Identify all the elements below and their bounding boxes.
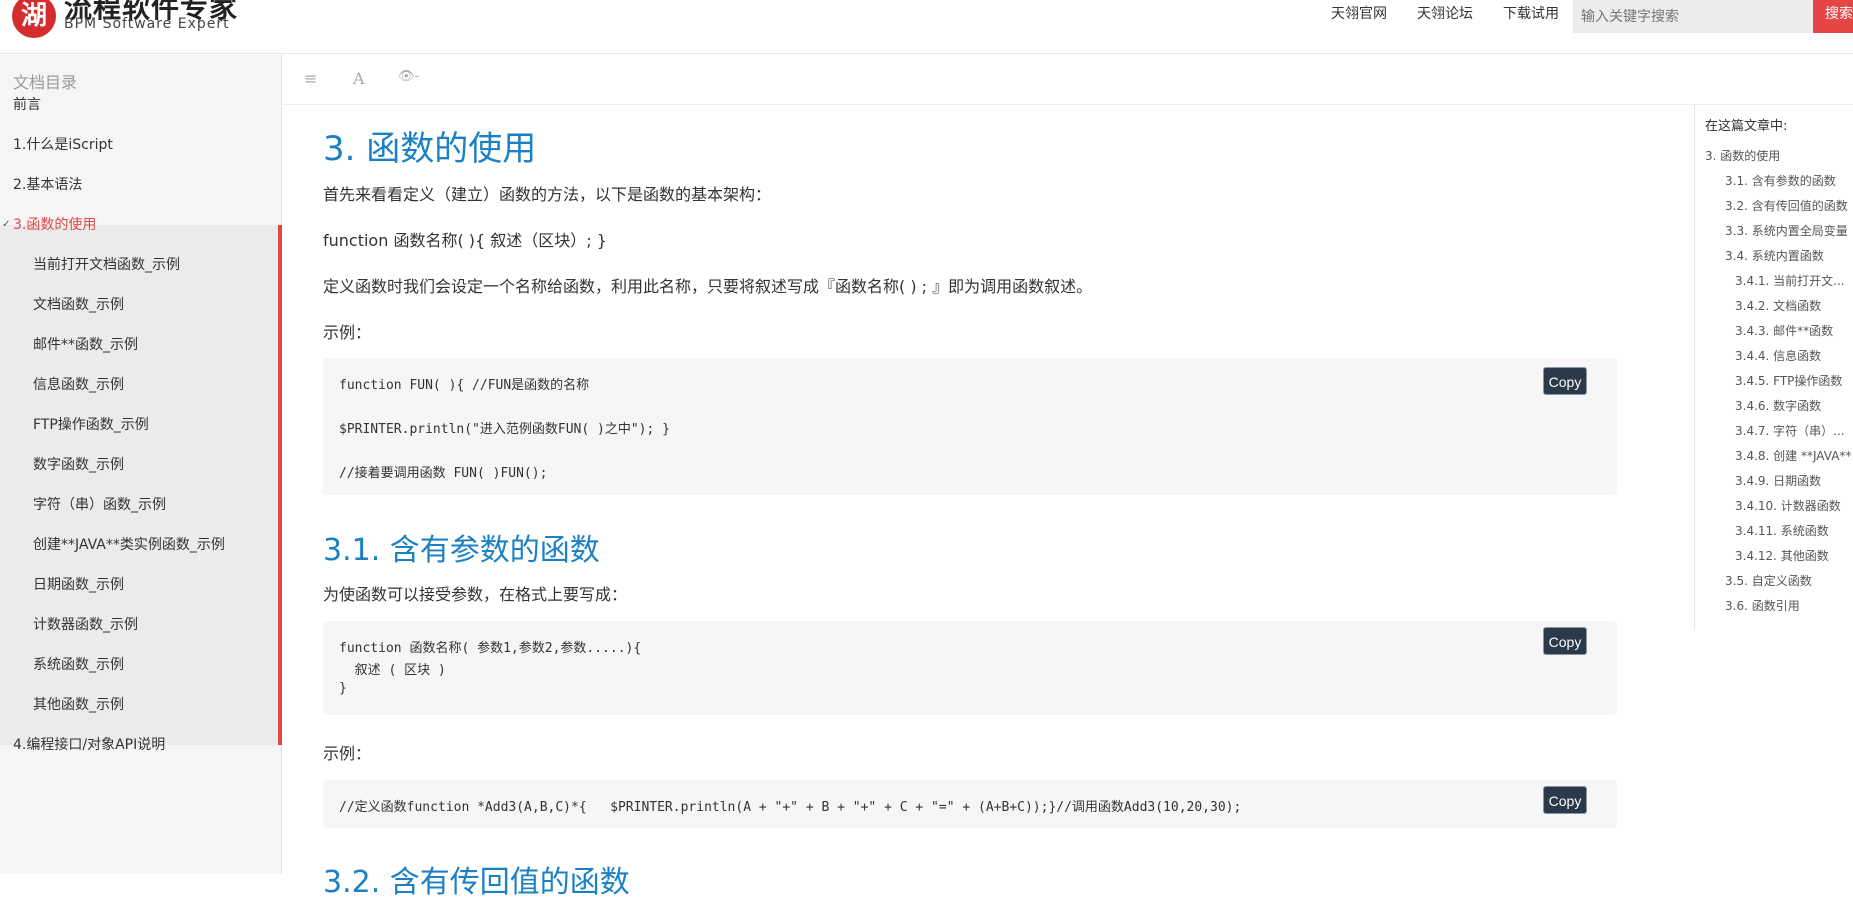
site-header: 湖 流程软件专家 BPM Software Expert 天翎官网 天翎论坛 下… <box>0 0 1853 54</box>
search-input[interactable] <box>1573 0 1813 33</box>
paragraph: 示例： <box>323 323 372 342</box>
sidebar-item-preface[interactable]: 前言 <box>0 85 282 125</box>
paragraph: 定义函数时我们会设定一个名称给函数，利用此名称，只要将叙述写成『函数名称( ) … <box>323 277 1093 296</box>
toc-link[interactable]: 3.4.9. 日期函数 <box>1735 472 1821 489</box>
doc-sidebar: 文档目录 前言 1.什么是iScript 2.基本语法 ✓ 3.函数的使用 当前… <box>0 55 282 874</box>
code-line: $PRINTER.println("进入范例函数FUN( )之中"); } <box>339 422 670 437</box>
toc-link[interactable]: 3.6. 函数引用 <box>1725 597 1800 614</box>
toc-link[interactable]: 3.4.4. 信息函数 <box>1735 347 1821 364</box>
toc-title: 在这篇文章中: <box>1705 119 1788 134</box>
code-block: //定义函数function *Add3(A,B,C)*{ $PRINTER.p… <box>323 780 1617 828</box>
sidebar-item-what-is-iscript[interactable]: 1.什么是iScript <box>0 125 282 165</box>
code-line: } <box>339 681 347 696</box>
font-icon[interactable]: A <box>353 69 365 88</box>
toc-link[interactable]: 3.4.10. 计数器函数 <box>1735 497 1841 514</box>
nav-forum[interactable]: 天翎论坛 <box>1417 4 1473 24</box>
top-nav: 天翎官网 天翎论坛 下载试用 <box>1331 4 1589 24</box>
sidebar-subitem[interactable]: FTP操作函数_示例 <box>0 405 282 445</box>
article-toc: 在这篇文章中: 3. 函数的使用 3.1. 含有参数的函数 3.2. 含有传回值… <box>1694 105 1853 630</box>
copy-button[interactable]: Copy <box>1543 786 1587 814</box>
search-button[interactable]: 搜索 <box>1813 0 1853 33</box>
logo-subtitle: BPM Software Expert <box>64 16 230 32</box>
sidebar-subitem[interactable]: 计数器函数_示例 <box>0 605 282 645</box>
sidebar-subitem[interactable]: 字符（串）函数_示例 <box>0 485 282 525</box>
subsection-heading: 3.2. 含有传回值的函数 <box>323 865 630 900</box>
paragraph: function 函数名称( ){ 叙述（区块）; } <box>323 231 607 250</box>
sidebar-subitem[interactable]: 文档函数_示例 <box>0 285 282 325</box>
toc-link[interactable]: 3.4.1. 当前打开文... <box>1735 272 1845 289</box>
section-heading: 3. 函数的使用 <box>323 129 537 169</box>
toc-link[interactable]: 3.4.12. 其他函数 <box>1735 547 1829 564</box>
copy-button[interactable]: Copy <box>1543 627 1587 655</box>
sidebar-subitem[interactable]: 当前打开文档函数_示例 <box>0 245 282 285</box>
sidebar-subitem[interactable]: 创建**JAVA**类实例函数_示例 <box>0 525 282 565</box>
sidebar-item-api[interactable]: 4.编程接口/对象API说明 <box>0 725 282 765</box>
sidebar-subitem[interactable]: 数字函数_示例 <box>0 445 282 485</box>
subsection-heading: 3.1. 含有参数的函数 <box>323 533 600 568</box>
sidebar-item-basic-syntax[interactable]: 2.基本语法 <box>0 165 282 205</box>
code-block: function FUN( ){ //FUN是函数的名称 $PRINTER.pr… <box>323 358 1617 495</box>
code-line: function FUN( ){ //FUN是函数的名称 <box>339 378 590 393</box>
toc-link[interactable]: 3.4. 系统内置函数 <box>1725 247 1824 264</box>
code-line: function 函数名称( 参数1,参数2,参数.....){ <box>339 641 642 656</box>
toc-link[interactable]: 3.4.8. 创建 **JAVA** <box>1735 447 1851 464</box>
copy-button[interactable]: Copy <box>1543 367 1587 395</box>
sidebar-item-functions-active[interactable]: ✓ 3.函数的使用 <box>0 205 282 245</box>
toc-link[interactable]: 3. 函数的使用 <box>1705 147 1780 164</box>
paragraph: 示例： <box>323 744 372 763</box>
toc-link[interactable]: 3.2. 含有传回值的函数 <box>1725 197 1848 214</box>
paragraph: 为使函数可以接受参数，在格式上要写成： <box>323 585 628 604</box>
toc-link[interactable]: 3.4.2. 文档函数 <box>1735 297 1821 314</box>
toc-link[interactable]: 3.4.5. FTP操作函数 <box>1735 372 1842 389</box>
sidebar-subitem[interactable]: 信息函数_示例 <box>0 365 282 405</box>
toc-link[interactable]: 3.4.11. 系统函数 <box>1735 522 1829 539</box>
sidebar-subitem[interactable]: 其他函数_示例 <box>0 685 282 725</box>
toc-link[interactable]: 3.4.7. 字符（串）... <box>1735 422 1845 439</box>
toc-link[interactable]: 3.1. 含有参数的函数 <box>1725 172 1836 189</box>
toc-link[interactable]: 3.3. 系统内置全局变量 <box>1725 222 1848 239</box>
sidebar-subitem[interactable]: 邮件**函数_示例 <box>0 325 282 365</box>
site-logo[interactable]: 湖 流程软件专家 BPM Software Expert <box>12 0 272 38</box>
list-icon[interactable]: ≡ <box>304 69 317 88</box>
content-toolbar: ≡ A 👁- <box>283 55 1853 105</box>
toc-link[interactable]: 3.4.3. 邮件**函数 <box>1735 322 1833 339</box>
logo-mark-icon: 湖 <box>12 0 56 38</box>
paragraph: 首先来看看定义（建立）函数的方法，以下是函数的基本架构： <box>323 185 772 204</box>
sidebar-subitem[interactable]: 日期函数_示例 <box>0 565 282 605</box>
toc-link[interactable]: 3.4.6. 数字函数 <box>1735 397 1821 414</box>
nav-official-site[interactable]: 天翎官网 <box>1331 4 1387 24</box>
chevron-down-icon: ✓ <box>2 219 11 230</box>
code-block: function 函数名称( 参数1,参数2,参数.....){ 叙述 ( 区块… <box>323 621 1617 715</box>
nav-download-trial[interactable]: 下载试用 <box>1503 4 1559 24</box>
code-line: //定义函数function *Add3(A,B,C)*{ $PRINTER.p… <box>339 800 1242 815</box>
toc-link[interactable]: 3.5. 自定义函数 <box>1725 572 1812 589</box>
eye-icon[interactable]: 👁- <box>398 69 419 84</box>
code-line: 叙述 ( 区块 ) <box>339 663 446 678</box>
sidebar-subitem[interactable]: 系统函数_示例 <box>0 645 282 685</box>
code-line: //接着要调用函数 FUN( )FUN(); <box>339 466 548 481</box>
